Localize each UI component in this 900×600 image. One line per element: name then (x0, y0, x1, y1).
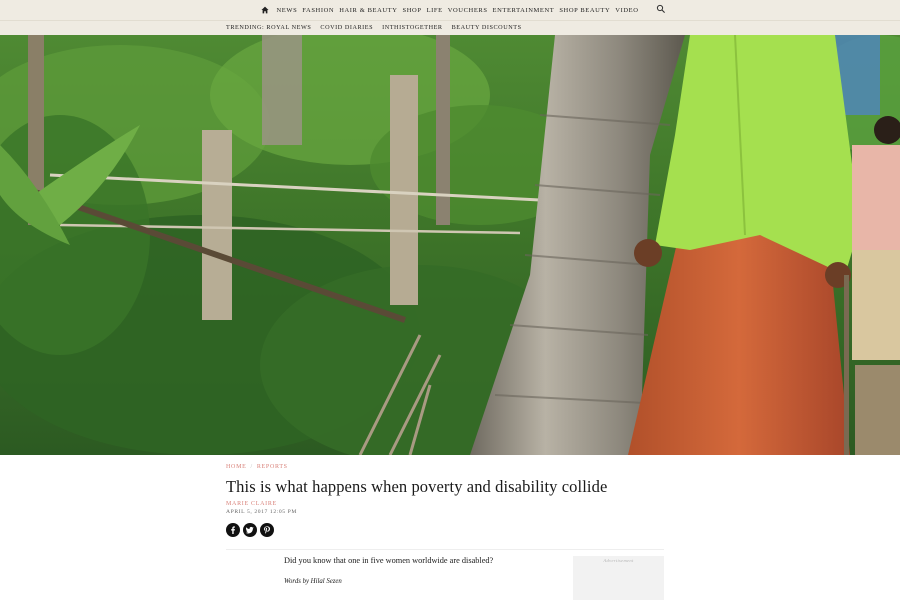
breadcrumb-home[interactable]: HOME (226, 464, 246, 470)
trending-item-inthistogether[interactable]: INTHISTOGETHER (382, 24, 443, 31)
trending-label: TRENDING: ROYAL NEWS (226, 24, 312, 31)
nav-item-shop[interactable]: SHOP (403, 7, 422, 14)
trending-list: TRENDING: ROYAL NEWS COVID DIARIES INTHI… (226, 24, 522, 31)
pinterest-icon (263, 526, 271, 534)
hero-image (0, 35, 900, 455)
breadcrumb-reports[interactable]: REPORTS (257, 464, 288, 470)
trending-item-covid-diaries[interactable]: COVID DIARIES (320, 24, 373, 31)
breadcrumb-separator: / (250, 464, 253, 470)
nav-item-fashion[interactable]: FASHION (302, 7, 334, 14)
article-title: This is what happens when poverty and di… (226, 477, 608, 496)
facebook-icon (231, 526, 235, 534)
nav-item-video[interactable]: VIDEO (615, 7, 638, 14)
nav-item-life[interactable]: LIFE (427, 7, 443, 14)
search-icon[interactable] (656, 4, 666, 14)
article-byline: Words by Hilal Sezen (284, 578, 342, 585)
social-share (226, 523, 274, 537)
nav-item-news[interactable]: NEWS (276, 7, 297, 14)
article-lead: Did you know that one in five women worl… (284, 556, 494, 565)
advertisement-label: Advertisement (603, 558, 634, 563)
article-divider (226, 549, 664, 550)
facebook-share-button[interactable] (226, 523, 240, 537)
nav-item-entertainment[interactable]: ENTERTAINMENT (493, 7, 555, 14)
main-nav-bar: NEWS FASHION HAIR & BEAUTY SHOP LIFE VOU… (0, 0, 900, 20)
pinterest-share-button[interactable] (260, 523, 274, 537)
breadcrumb: HOME / REPORTS (226, 464, 288, 470)
nav-item-hair-beauty[interactable]: HAIR & BEAUTY (339, 7, 397, 14)
article-author[interactable]: MARIE CLAIRE (226, 501, 277, 507)
twitter-share-button[interactable] (243, 523, 257, 537)
main-nav: NEWS FASHION HAIR & BEAUTY SHOP LIFE VOU… (261, 6, 638, 14)
trending-item-royal-news[interactable]: ROYAL NEWS (266, 24, 311, 31)
home-icon[interactable] (261, 6, 269, 14)
twitter-icon (246, 526, 254, 534)
nav-item-shop-beauty[interactable]: SHOP BEAUTY (559, 7, 610, 14)
trending-item-beauty-discounts[interactable]: BEAUTY DISCOUNTS (452, 24, 522, 31)
advertisement-slot[interactable]: Advertisement (573, 556, 664, 600)
article-date: APRIL 5, 2017 12:05 PM (226, 509, 297, 515)
trending-bar: TRENDING: ROYAL NEWS COVID DIARIES INTHI… (0, 20, 900, 35)
nav-item-vouchers[interactable]: VOUCHERS (448, 7, 488, 14)
